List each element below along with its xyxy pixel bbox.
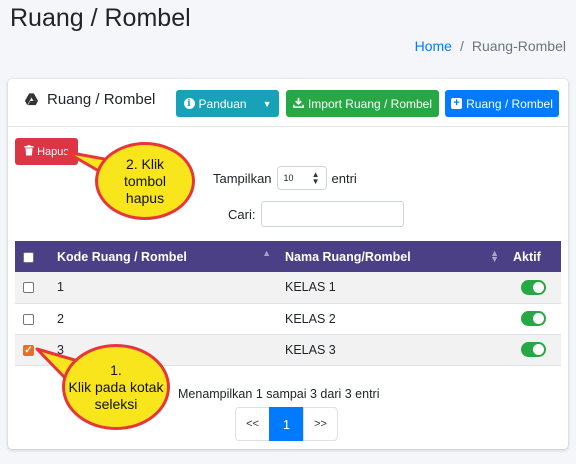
column-header-nama[interactable]: Nama Ruang/Rombel ▲ ▼ [277,241,505,272]
table-row: 2 KELAS 2 [15,303,561,334]
length-label-before: Tampilkan [213,170,272,186]
select-arrows-icon: ▲ ▼ [311,170,320,186]
table-row: 1 KELAS 1 [15,272,561,303]
column-header-aktif[interactable]: Aktif [505,241,561,272]
select-all-checkbox[interactable] [23,251,34,263]
pagination-prev[interactable]: << [235,407,270,441]
search-control: Cari: [228,201,405,227]
cell-kode: 2 [57,311,64,326]
length-control: Tampilkan 10 ▲ ▼ entri [213,166,357,190]
table-header-row: Kode Ruang / Rombel ▲ Nama Ruang/Rombel … [15,241,561,272]
entries-per-page-value: 10 [283,173,294,183]
aktif-toggle[interactable] [520,311,546,327]
panduan-label: Panduan [198,96,247,111]
trash-icon [24,144,34,159]
add-rombel-label: Ruang / Rombel [466,96,553,111]
pagination-page-current[interactable]: 1 [269,407,304,441]
search-label: Cari: [228,206,256,222]
panduan-button[interactable]: i Panduan ▼ [176,90,279,117]
sort-asc-icon: ▲ [262,248,271,258]
row-select-checkbox[interactable] [23,313,34,325]
cell-nama: KELAS 3 [285,342,336,357]
cell-nama: KELAS 1 [285,280,336,295]
table-info: Menampilkan 1 sampai 3 dari 3 entri [178,387,380,401]
sort-both-icon: ▲ ▼ [490,248,499,264]
row-select-checkbox[interactable] [23,282,34,294]
length-label-after: entri [331,170,357,186]
breadcrumb-current: Ruang-Rombel [471,38,566,54]
plus-square-icon: + [451,98,463,109]
import-label: Import Ruang / Rombel [307,96,433,111]
aktif-toggle[interactable] [520,342,546,358]
aktif-toggle[interactable] [520,279,546,295]
callout-checkbox-hint: 1. Klik pada kotak seleksi [62,344,170,430]
breadcrumb-home-link[interactable]: Home [415,38,452,54]
search-input[interactable] [261,201,405,227]
card-title-text: Ruang / Rombel [47,91,156,108]
card-header: Ruang / Rombel i Panduan ▼ Import Ruang … [8,79,568,127]
row-select-checkbox-checked[interactable]: ✓ [23,344,34,356]
cell-kode: 1 [57,280,64,295]
select-all-header [15,241,49,272]
import-button[interactable]: Import Ruang / Rombel [286,90,439,117]
cell-nama: KELAS 2 [285,311,336,326]
card-title: Ruang / Rombel [24,91,155,108]
entries-per-page-select[interactable]: 10 ▲ ▼ [276,166,327,190]
breadcrumb: Home / Ruang-Rombel [415,38,566,54]
download-icon [293,97,304,111]
column-header-kode[interactable]: Kode Ruang / Rombel ▲ [49,241,277,272]
add-rombel-button[interactable]: + Ruang / Rombel [445,90,559,117]
breadcrumb-separator: / [459,38,464,54]
pagination: << 1 >> [235,407,338,441]
callout-delete-hint: 2. Klik tombol hapus [95,142,195,220]
page-title: Ruang / Rombel [10,4,191,32]
pagination-next[interactable]: >> [303,407,338,441]
info-icon: i [183,98,195,109]
google-drive-icon [24,92,39,107]
chevron-down-icon[interactable]: ▼ [257,99,272,109]
